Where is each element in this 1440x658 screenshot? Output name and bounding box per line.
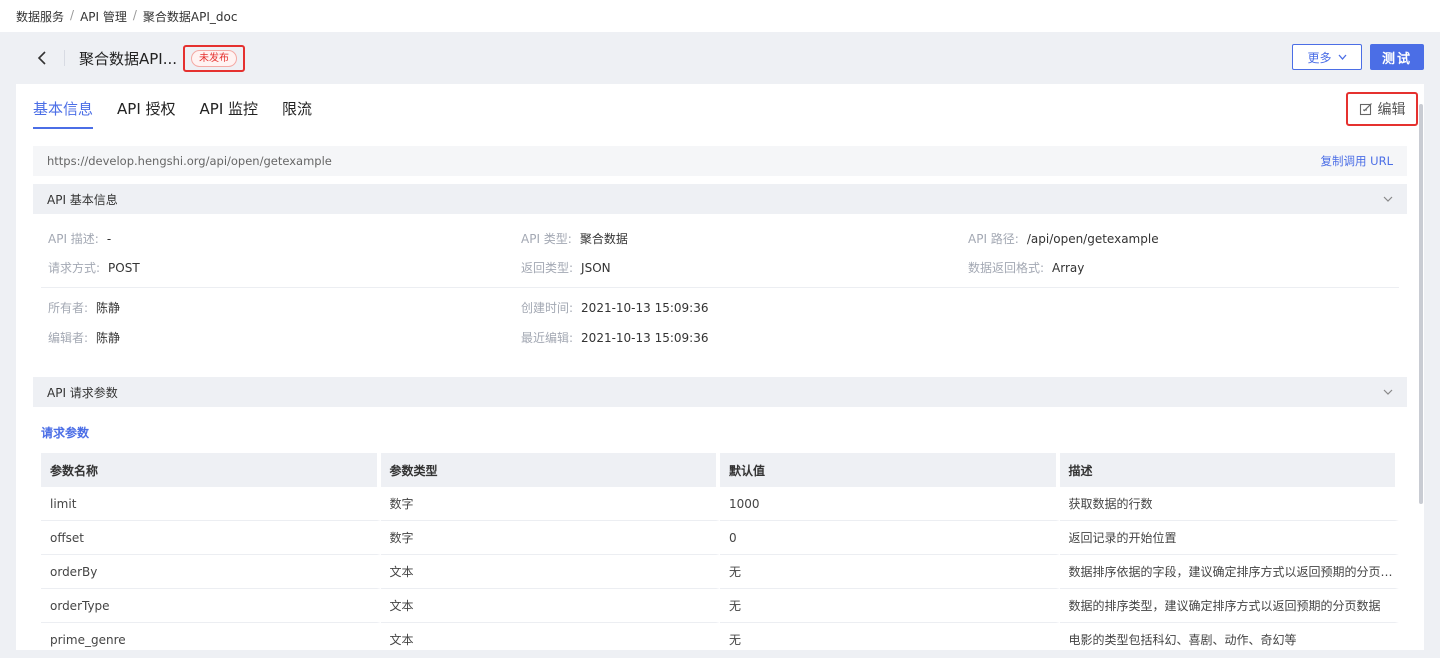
info-value: - [106,232,112,246]
breadcrumb: 数据服务 / API 管理 / 聚合数据API_doc [0,0,1440,32]
chevron-down-icon [1383,389,1393,395]
table-cell: 文本 [380,555,720,589]
table-cell: 无 [720,589,1060,623]
info-value: /api/open/getexample [1026,232,1159,246]
table-cell: 返回记录的开始位置 [1059,521,1399,555]
info-label: 最近编辑: [521,331,574,345]
table-cell: 0 [720,521,1060,555]
tab-api-monitor[interactable]: API 监控 [200,98,259,129]
table-row: orderBy 文本 无 数据排序依据的字段，建议确定排序方式以返回预期的分页数… [41,555,1399,589]
info-value: POST [108,261,140,275]
chevron-down-icon [1383,196,1393,202]
request-params-title: 请求参数 [41,426,90,440]
column-header: 描述 [1059,453,1399,487]
scrollbar[interactable] [1419,104,1423,504]
info-label: 编辑者: [48,331,89,345]
page-title: 聚合数据API... [79,49,178,68]
tab-bar: 基本信息 API 授权 API 监控 限流 [33,98,312,129]
more-button-label: 更多 [1307,50,1332,65]
edit-button[interactable]: 编辑 [1346,92,1418,126]
info-label: 创建时间: [521,301,574,315]
table-cell: 文本 [381,623,720,650]
main-card: 基本信息 API 授权 API 监控 限流 编辑 https://develop… [16,84,1424,650]
table-cell: 无 [720,623,1060,650]
tab-rate-limit[interactable]: 限流 [282,98,312,129]
table-cell: 无 [720,555,1060,589]
table-cell: 电影的类型包括科幻、喜剧、动作、奇幻等 [1060,623,1399,650]
info-label: API 描述: [48,232,99,246]
breadcrumb-separator: / [132,8,137,22]
copy-url-link[interactable]: 复制调用 URL [1321,153,1393,169]
table-cell: limit [41,487,381,521]
section-basic-info-header[interactable]: API 基本信息 [33,184,1407,214]
table-cell: 数据排序依据的字段，建议确定排序方式以返回预期的分页数... [1059,555,1399,589]
table-row: prime_genre 文本 无 电影的类型包括科幻、喜剧、动作、奇幻等 [41,623,1399,650]
chevron-down-icon [1338,54,1346,60]
table-cell: 数字 [380,487,720,521]
info-value: 陈静 [96,331,121,345]
params-table: 参数名称 参数类型 默认值 描述 limit 数字 1000 获取数据的行数 o… [41,453,1399,650]
table-row: offset 数字 0 返回记录的开始位置 [41,521,1399,555]
breadcrumb-item-api-management[interactable]: API 管理 [80,8,127,24]
info-value: 2021-10-13 15:09:36 [581,331,709,345]
table-cell: prime_genre [41,623,381,650]
url-bar: https://develop.hengshi.org/api/open/get… [33,146,1407,176]
table-cell: 获取数据的行数 [1059,487,1399,521]
table-cell: 文本 [380,589,720,623]
status-badge: 未发布 [191,49,238,67]
breadcrumb-item-data-service[interactable]: 数据服务 [16,8,64,24]
api-url: https://develop.hengshi.org/api/open/get… [47,154,332,168]
back-button[interactable] [32,48,52,68]
info-value: JSON [581,261,611,275]
column-header: 默认值 [720,453,1060,487]
column-header: 参数类型 [380,453,720,487]
table-cell: orderType [41,589,381,623]
table-cell: orderBy [41,555,381,589]
info-label: 返回类型: [521,261,574,275]
test-button[interactable]: 测试 [1370,44,1424,70]
info-label: 数据返回格式: [968,261,1045,275]
divider [41,287,1399,288]
title-bar: 聚合数据API... 未发布 更多 测试 [16,32,1424,84]
table-cell: offset [41,521,381,555]
column-header: 参数名称 [41,453,381,487]
section-title: API 请求参数 [47,385,118,400]
chevron-left-icon [37,51,46,65]
info-value: 陈静 [96,301,121,315]
status-highlight: 未发布 [183,44,246,72]
table-row: limit 数字 1000 获取数据的行数 [41,487,1399,521]
tab-basic-info[interactable]: 基本信息 [33,98,94,129]
breadcrumb-separator: / [70,8,75,22]
info-value: 聚合数据 [579,232,628,246]
info-label: API 类型: [521,232,572,246]
edit-label: 编辑 [1377,102,1406,118]
table-cell: 1000 [720,487,1060,521]
more-button[interactable]: 更多 [1292,44,1362,70]
tab-api-authorization[interactable]: API 授权 [117,98,176,129]
table-cell: 数据的排序类型，建议确定排序方式以返回预期的分页数据 [1059,589,1399,623]
edit-icon [1359,103,1372,116]
section-title: API 基本信息 [47,192,118,207]
table-cell: 数字 [380,521,720,555]
info-label: 所有者: [48,301,89,315]
info-label: 请求方式: [48,261,101,275]
breadcrumb-item-current: 聚合数据API_doc [142,10,238,24]
info-value: Array [1052,261,1085,275]
info-value: 2021-10-13 15:09:36 [581,301,709,315]
section-request-params-header[interactable]: API 请求参数 [33,377,1407,407]
table-row: orderType 文本 无 数据的排序类型，建议确定排序方式以返回预期的分页数… [41,589,1399,623]
info-label: API 路径: [968,232,1019,246]
table-header-row: 参数名称 参数类型 默认值 描述 [41,453,1399,487]
divider [64,50,65,66]
